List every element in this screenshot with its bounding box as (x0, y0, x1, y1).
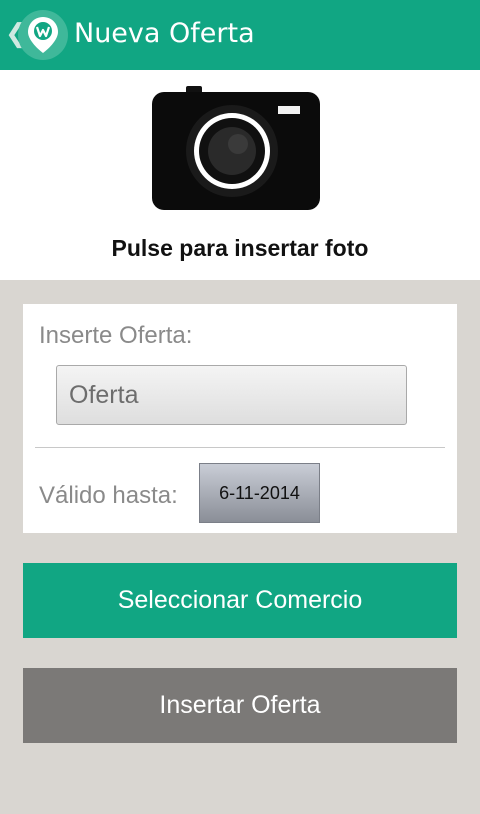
action-bar: ❮ Nueva Oferta (0, 0, 480, 70)
offer-form-card: Inserte Oferta: Válido hasta: 6-11-2014 (23, 304, 457, 533)
valid-date-button[interactable]: 6-11-2014 (199, 463, 320, 523)
insert-offer-button[interactable]: Insertar Oferta (23, 668, 457, 743)
camera-icon (152, 86, 320, 210)
offer-label: Inserte Oferta: (39, 322, 193, 349)
photo-picker[interactable]: Pulse para insertar foto (0, 70, 480, 280)
page-title: Nueva Oferta (74, 18, 255, 49)
offer-input[interactable] (56, 365, 407, 425)
map-pin-shape (28, 17, 58, 53)
select-store-button[interactable]: Seleccionar Comercio (23, 563, 457, 638)
divider (35, 447, 445, 448)
app-logo-pin-icon[interactable] (18, 10, 68, 60)
valid-until-label: Válido hasta: (39, 482, 178, 509)
insert-photo-label: Pulse para insertar foto (111, 235, 369, 261)
